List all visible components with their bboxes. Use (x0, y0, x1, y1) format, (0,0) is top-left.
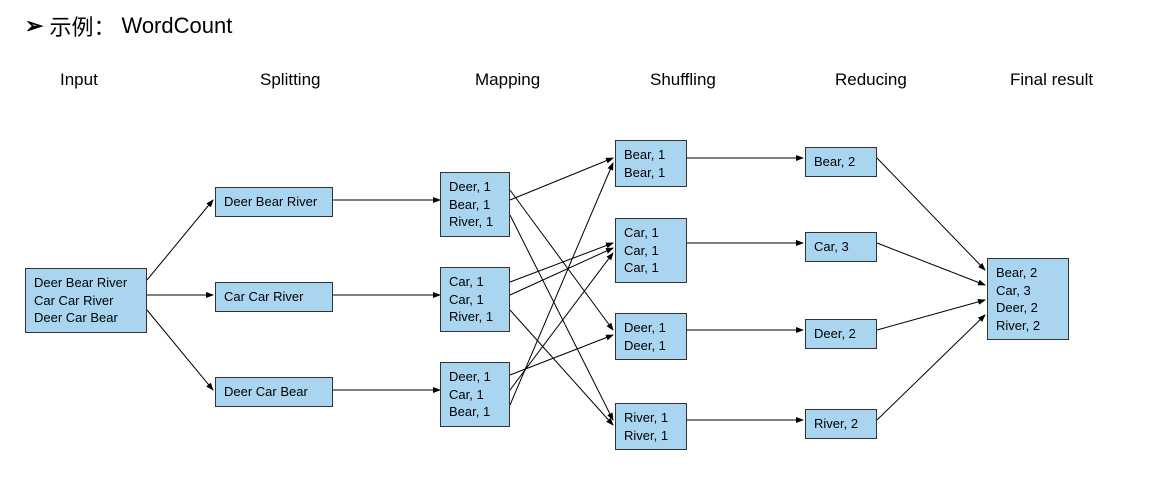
input-box: Deer Bear River Car Car River Deer Car B… (25, 268, 147, 333)
reduce-box-3: Deer, 2 (805, 319, 877, 349)
final-result-box: Bear, 2 Car, 3 Deer, 2 River, 2 (987, 258, 1069, 340)
title-prefix: 示例： (49, 10, 115, 42)
shuffle-box-3: Deer, 1 Deer, 1 (615, 313, 687, 360)
header-splitting: Splitting (260, 70, 320, 90)
reduce-box-2: Car, 3 (805, 232, 877, 262)
header-final: Final result (1010, 70, 1093, 90)
split-box-1: Deer Bear River (215, 187, 333, 217)
split-box-2: Car Car River (215, 282, 333, 312)
diagram-title: ➢ 示例： WordCount (25, 10, 1133, 42)
map-box-2: Car, 1 Car, 1 River, 1 (440, 267, 510, 332)
header-shuffling: Shuffling (650, 70, 716, 90)
reduce-box-4: River, 2 (805, 409, 877, 439)
shuffle-box-2: Car, 1 Car, 1 Car, 1 (615, 218, 687, 283)
split-box-3: Deer Car Bear (215, 377, 333, 407)
bullet-icon: ➢ (25, 13, 43, 39)
header-mapping: Mapping (475, 70, 540, 90)
connector-arrows (0, 0, 1158, 500)
shuffle-box-4: River, 1 River, 1 (615, 403, 687, 450)
reduce-box-1: Bear, 2 (805, 147, 877, 177)
map-box-3: Deer, 1 Car, 1 Bear, 1 (440, 362, 510, 427)
header-reducing: Reducing (835, 70, 907, 90)
shuffle-box-1: Bear, 1 Bear, 1 (615, 140, 687, 187)
header-input: Input (60, 70, 98, 90)
map-box-1: Deer, 1 Bear, 1 River, 1 (440, 172, 510, 237)
title-name: WordCount (121, 13, 232, 39)
